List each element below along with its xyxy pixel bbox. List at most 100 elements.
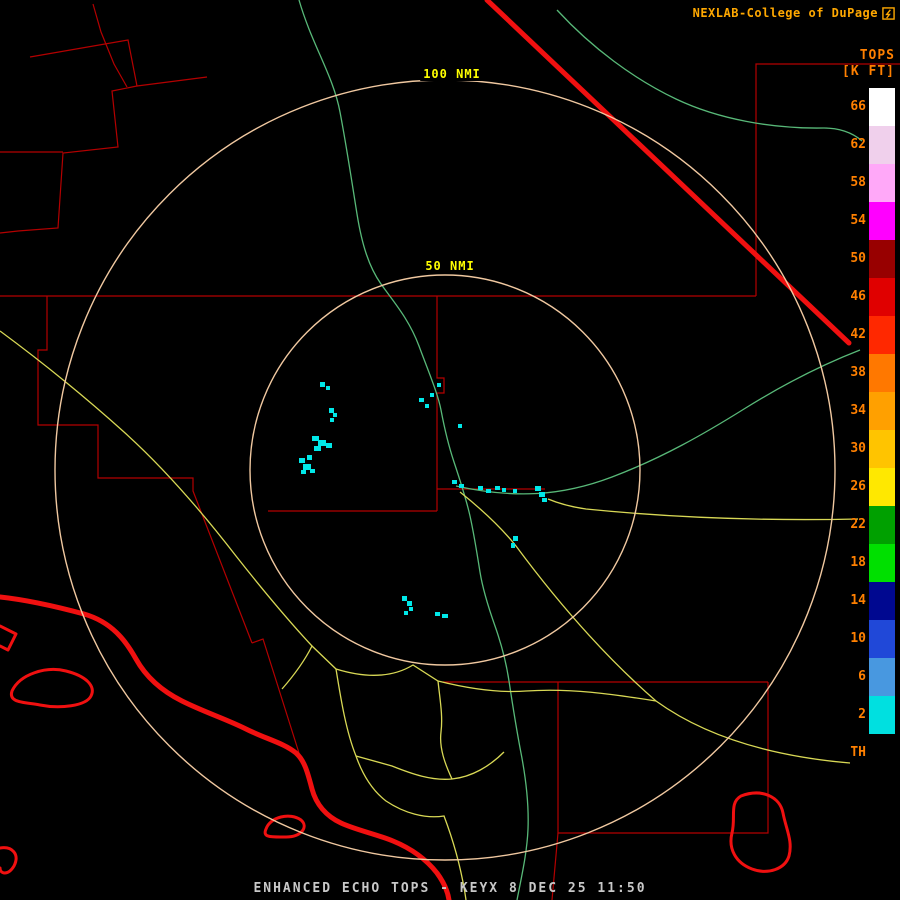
legend-tick-label: 54 (836, 202, 869, 240)
cod-logo-icon (882, 7, 895, 20)
legend-row: 34 (836, 392, 896, 430)
echo-cell (535, 486, 541, 491)
echo-cell (409, 607, 413, 611)
legend-swatch (869, 696, 895, 734)
legend-swatch (869, 354, 895, 392)
legend-swatch (869, 734, 895, 772)
legend-swatch (869, 88, 895, 126)
legend-tick-label: 34 (836, 392, 869, 430)
legend-swatch (869, 164, 895, 202)
legend-swatch (869, 278, 895, 316)
echo-cell (314, 446, 321, 451)
echo-cell (478, 486, 483, 490)
legend-row: 18 (836, 544, 896, 582)
echo-cell (299, 458, 305, 463)
legend-row: 2 (836, 696, 896, 734)
echo-cell (402, 596, 407, 601)
legend-title: TOPS (860, 48, 895, 63)
range-ring-label-50nmi: 50 NMI (422, 259, 477, 273)
legend-tick-label: 38 (836, 354, 869, 392)
echo-cell (458, 424, 462, 428)
echo-cell (435, 612, 440, 616)
echo-cell (330, 418, 334, 422)
county-boundaries (0, 4, 900, 900)
range-rings (55, 80, 835, 860)
legend-tick-label: 50 (836, 240, 869, 278)
echo-cell (437, 383, 441, 387)
legend-tick-label: 58 (836, 164, 869, 202)
legend-swatch (869, 582, 895, 620)
legend-row: 14 (836, 582, 896, 620)
echo-cell (407, 601, 412, 606)
range-ring-label-100nmi: 100 NMI (420, 67, 484, 81)
legend-swatch (869, 126, 895, 164)
echo-cell (542, 498, 547, 502)
legend-row: 6 (836, 658, 896, 696)
legend-row: 30 (836, 430, 896, 468)
echo-cell (329, 408, 334, 413)
echo-cell (430, 393, 434, 397)
echo-cell (539, 492, 545, 497)
echo-cell (495, 486, 500, 490)
echo-tops-cells (299, 382, 547, 618)
echo-cell (301, 470, 306, 474)
echo-cell (502, 488, 506, 492)
legend-row: TH (836, 734, 896, 772)
echo-tops-legend: 66625854504642383430262218141062TH (836, 88, 896, 772)
echo-cell (326, 443, 332, 448)
radar-display: 100 NMI 50 NMI NEXLAB-College of DuPage … (0, 0, 900, 900)
legend-unit: [K FT] (842, 64, 895, 79)
legend-swatch (869, 430, 895, 468)
echo-cell (442, 614, 448, 618)
legend-swatch (869, 544, 895, 582)
legend-swatch (869, 468, 895, 506)
echo-cell (310, 469, 315, 473)
legend-swatch (869, 506, 895, 544)
legend-row: 58 (836, 164, 896, 202)
brand: NEXLAB-College of DuPage (693, 6, 895, 20)
legend-swatch (869, 316, 895, 354)
legend-row: 46 (836, 278, 896, 316)
legend-row: 66 (836, 88, 896, 126)
legend-row: 42 (836, 316, 896, 354)
legend-tick-label: 26 (836, 468, 869, 506)
echo-cell (303, 464, 311, 470)
echo-cell (459, 484, 464, 488)
echo-cell (486, 489, 491, 493)
legend-tick-label: 46 (836, 278, 869, 316)
echo-cell (404, 611, 408, 615)
highway-lines (0, 331, 858, 900)
legend-swatch (869, 392, 895, 430)
legend-row: 50 (836, 240, 896, 278)
echo-cell (318, 440, 326, 446)
echo-cell (320, 382, 325, 387)
legend-row: 26 (836, 468, 896, 506)
echo-cell (419, 398, 424, 402)
legend-tick-label: 42 (836, 316, 869, 354)
status-bar-text: ENHANCED ECHO TOPS - KEYX 8 DEC 25 11:50 (0, 881, 900, 896)
legend-swatch (869, 620, 895, 658)
echo-cell (312, 436, 319, 441)
legend-tick-label: 18 (836, 544, 869, 582)
legend-swatch (869, 240, 895, 278)
river-lines (299, 0, 862, 900)
legend-row: 54 (836, 202, 896, 240)
echo-cell (511, 543, 515, 548)
echo-cell (513, 536, 518, 541)
legend-tick-label: 10 (836, 620, 869, 658)
legend-row: 22 (836, 506, 896, 544)
echo-cell (326, 386, 330, 390)
echo-cell (307, 455, 312, 460)
legend-tick-label: 22 (836, 506, 869, 544)
brand-text: NEXLAB-College of DuPage (693, 6, 878, 20)
legend-tick-label: 30 (836, 430, 869, 468)
echo-cell (333, 413, 337, 417)
legend-tick-label: 62 (836, 126, 869, 164)
legend-tick-label: 14 (836, 582, 869, 620)
interstate-lines (0, 0, 849, 900)
legend-tick-label: TH (836, 734, 869, 772)
legend-tick-label: 66 (836, 88, 869, 126)
radar-map (0, 0, 900, 900)
legend-row: 10 (836, 620, 896, 658)
echo-cell (513, 489, 517, 493)
